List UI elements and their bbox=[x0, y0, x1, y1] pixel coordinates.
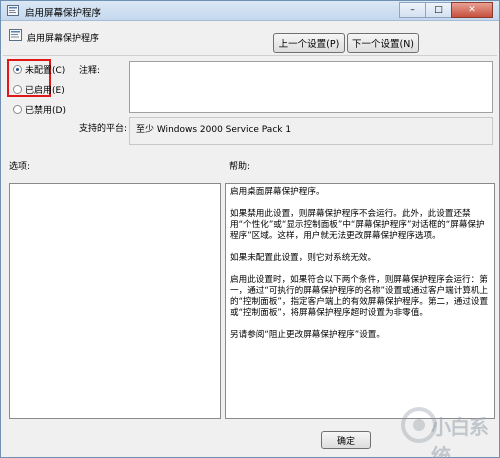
options-panel bbox=[9, 183, 221, 419]
radio-enabled[interactable]: 已启用(E) bbox=[13, 83, 65, 96]
options-label: 选项: bbox=[9, 162, 31, 172]
window-controls: – □ ✕ bbox=[399, 2, 493, 18]
radio-not-configured[interactable]: 未配置(C) bbox=[13, 63, 65, 76]
radio-label: 已禁用(D) bbox=[25, 106, 66, 116]
help-panel: 启用桌面屏幕保护程序。 如果禁用此设置，则屏幕保护程序不会运行。此外，此设置还禁… bbox=[225, 183, 495, 419]
close-button[interactable]: ✕ bbox=[451, 2, 493, 18]
setting-icon bbox=[9, 29, 22, 41]
ok-button[interactable]: 确定 bbox=[321, 431, 371, 449]
radio-label: 已启用(E) bbox=[25, 86, 65, 96]
supported-platform-value: 至少 Windows 2000 Service Pack 1 bbox=[129, 117, 493, 145]
radio-disabled[interactable]: 已禁用(D) bbox=[13, 103, 66, 116]
help-paragraph: 启用此设置时，如果符合以下两个条件，则屏幕保护程序会运行：第一，通过“可执行的屏… bbox=[230, 275, 489, 318]
previous-setting-button[interactable]: 上一个设置(P) bbox=[273, 33, 345, 53]
watermark-text: 小白系统 bbox=[431, 415, 489, 458]
header-divider bbox=[3, 55, 497, 56]
help-paragraph: 如果禁用此设置，则屏幕保护程序不会运行。此外，此设置还禁用“个性化”或“显示控制… bbox=[230, 209, 485, 241]
next-setting-button[interactable]: 下一个设置(N) bbox=[347, 33, 419, 53]
minimize-button[interactable]: – bbox=[399, 2, 426, 18]
radio-indicator[interactable] bbox=[13, 65, 22, 74]
title-bar: 启用屏幕保护程序 – □ ✕ bbox=[1, 1, 499, 21]
help-label: 帮助: bbox=[229, 162, 251, 172]
comment-label: 注释: bbox=[79, 66, 101, 76]
help-paragraph: 如果未配置此设置，则它对系统无效。 bbox=[230, 253, 377, 263]
maximize-button[interactable]: □ bbox=[425, 2, 452, 18]
radio-indicator[interactable] bbox=[13, 85, 22, 94]
window-title: 启用屏幕保护程序 bbox=[25, 8, 102, 19]
supported-platform-label: 支持的平台: bbox=[79, 124, 128, 134]
policy-icon bbox=[7, 5, 19, 16]
radio-label: 未配置(C) bbox=[25, 66, 66, 76]
help-paragraph: 启用桌面屏幕保护程序。 bbox=[230, 187, 325, 197]
help-paragraph: 另请参阅“阻止更改屏幕保护程序”设置。 bbox=[230, 330, 385, 340]
radio-indicator[interactable] bbox=[13, 105, 22, 114]
comment-field[interactable] bbox=[129, 61, 493, 113]
policy-window: 启用屏幕保护程序 – □ ✕ 启用屏幕保护程序 上一个设置(P) 下一个设置(N… bbox=[0, 0, 500, 458]
setting-name: 启用屏幕保护程序 bbox=[27, 34, 100, 44]
